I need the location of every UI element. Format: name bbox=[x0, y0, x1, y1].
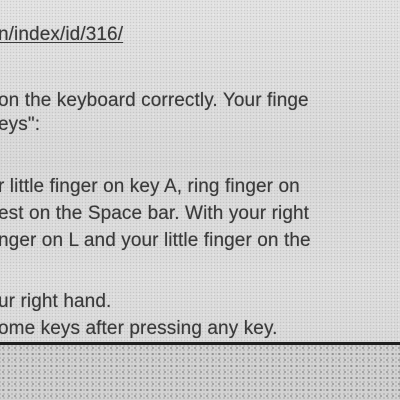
text-line: r little finger on key A, ring finger on bbox=[0, 176, 300, 197]
text-line: nger on L and your little finger on the bbox=[0, 230, 311, 251]
dotted-texture-area bbox=[0, 345, 400, 400]
text-line: ome keys after pressing any key. bbox=[0, 318, 278, 339]
page-url-link[interactable]: n/index/id/316/ bbox=[0, 24, 123, 46]
document-page: n/index/id/316/ on the keyboard correctl… bbox=[0, 0, 400, 400]
text-line: est on the Space bar. With your right bbox=[0, 203, 310, 224]
text-line: eys": bbox=[0, 114, 41, 135]
text-line: on the keyboard correctly. Your finge bbox=[0, 90, 309, 111]
text-line: ur right hand. bbox=[0, 291, 112, 312]
